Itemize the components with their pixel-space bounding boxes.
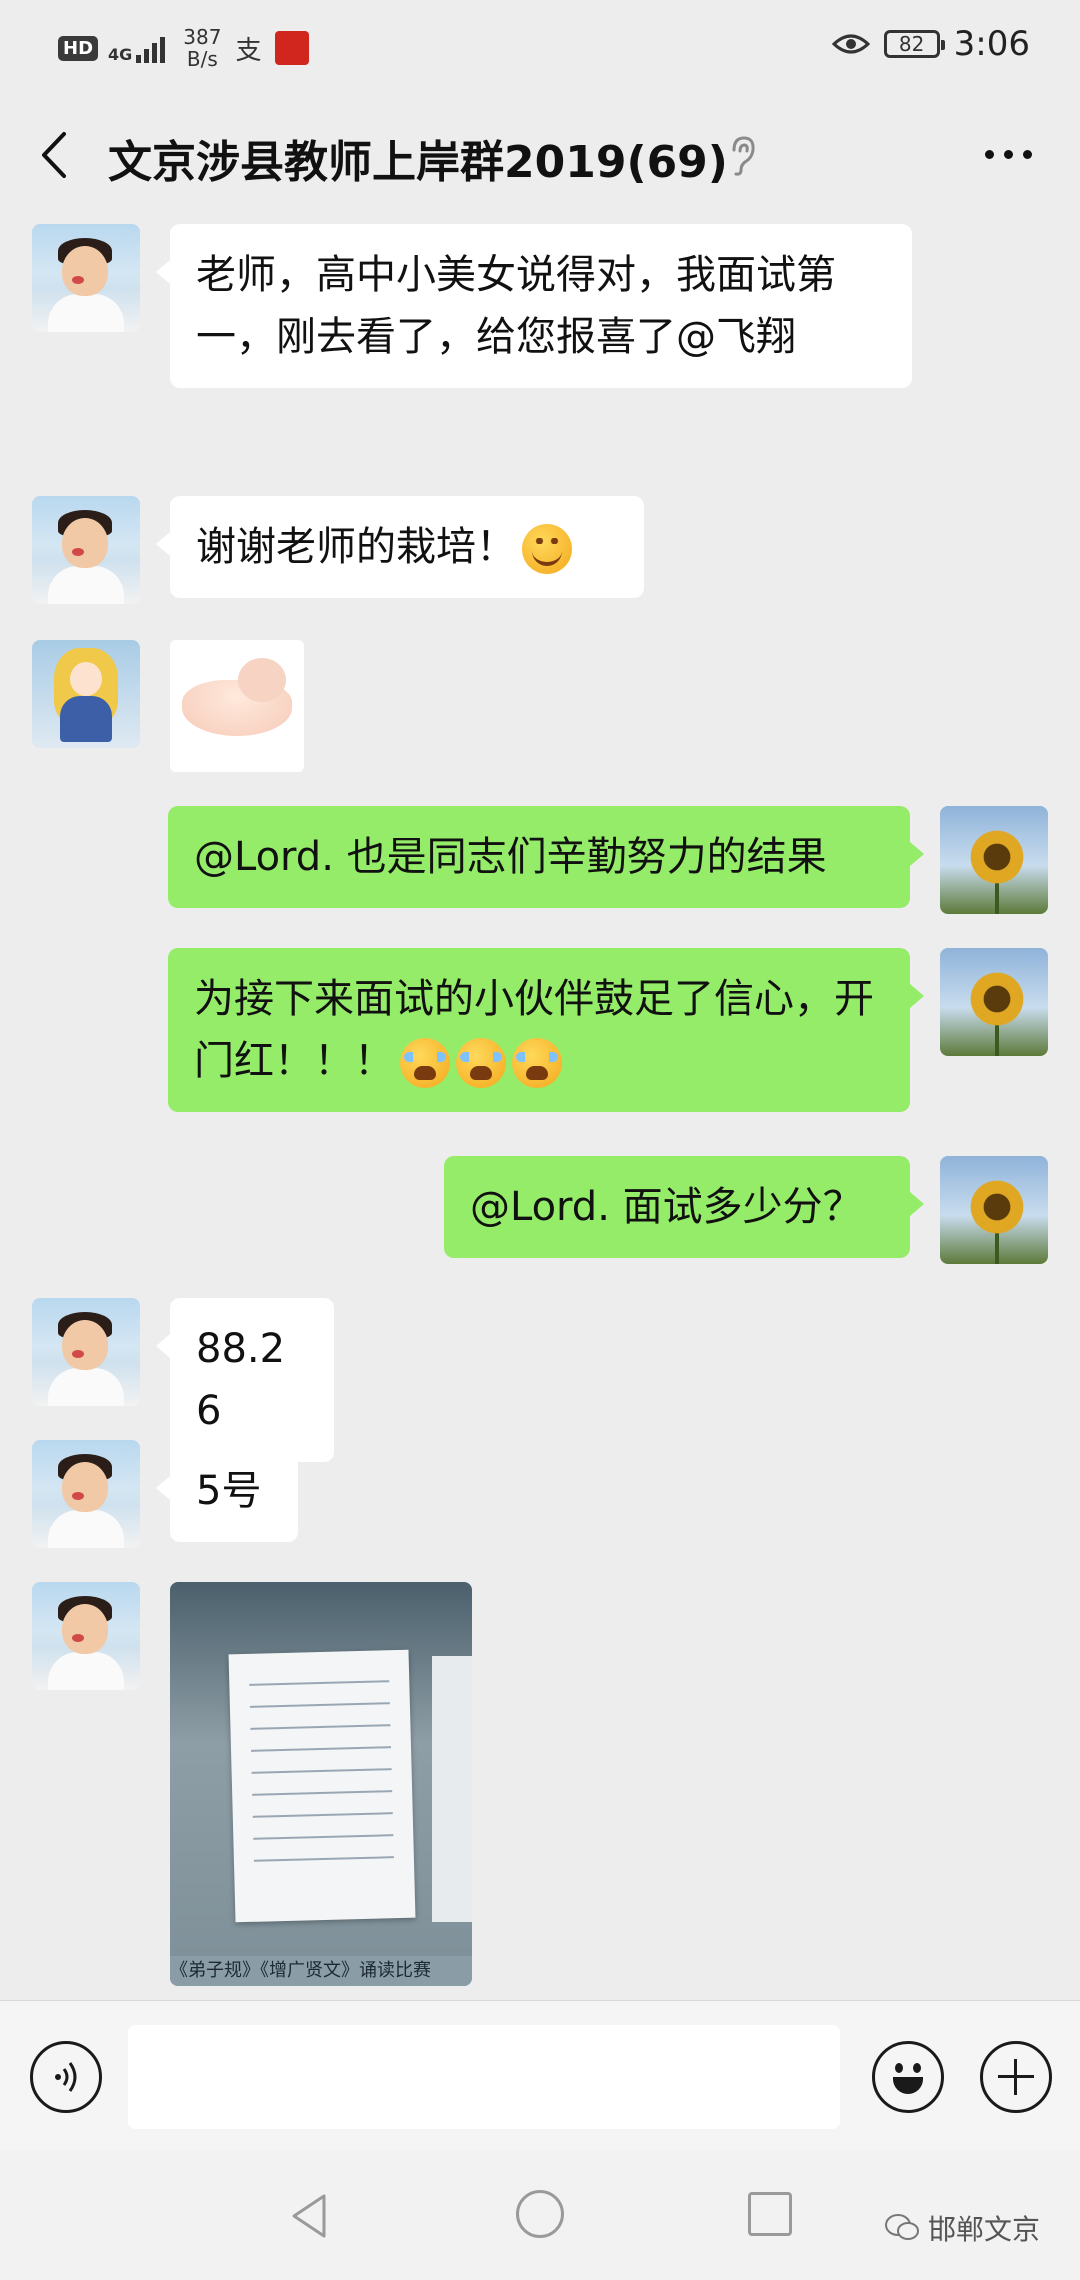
message-bubble[interactable]: 谢谢老师的栽培！ <box>156 496 644 598</box>
avatar[interactable] <box>32 1582 140 1690</box>
voice-icon <box>55 2062 77 2092</box>
watermark: 邯郸文京 <box>884 2208 1040 2248</box>
image-message[interactable]: 《弟子规》《增广贤文》诵读比赛 <box>170 1582 472 1986</box>
network-type: 4G <box>108 45 133 64</box>
avatar[interactable] <box>940 806 1048 914</box>
voice-input-button[interactable] <box>30 2041 102 2113</box>
wechat-logo-icon <box>884 2214 919 2240</box>
status-bar: HD 4G 387 B/s 支 82 3:06 <box>0 0 1080 92</box>
avatar[interactable] <box>32 1440 140 1548</box>
score-sheet-paper <box>228 1649 416 1923</box>
crying-laughing-emoji <box>400 1038 450 1088</box>
network-speed: 387 B/s <box>183 25 222 71</box>
chat-title: 文京涉县教师上岸群2019(69) <box>108 137 728 188</box>
avatar[interactable] <box>32 1298 140 1406</box>
news-app-icon <box>275 31 310 65</box>
avatar[interactable] <box>940 1156 1048 1264</box>
image-caption: 《弟子规》《增广贤文》诵读比赛 <box>170 1956 472 1986</box>
clock: 3:06 <box>953 24 1030 64</box>
cupped-hands-sticker[interactable] <box>170 640 304 772</box>
nav-back-icon[interactable] <box>290 2192 330 2240</box>
input-bar <box>0 2000 1080 2151</box>
crying-laughing-emoji <box>512 1038 562 1088</box>
message-bubble[interactable]: 老师，高中小美女说得对，我面试第一，刚去看了，给您报喜了@飞翔 <box>156 224 912 388</box>
crying-laughing-emoji <box>456 1038 506 1088</box>
more-options-icon[interactable] <box>985 150 1032 159</box>
message-bubble[interactable]: @Lord. 也是同志们辛勤努力的结果 <box>168 806 924 908</box>
alipay-icon: 支 <box>235 35 262 66</box>
hd-indicator: HD <box>58 35 99 61</box>
nav-home-icon[interactable] <box>516 2190 564 2238</box>
back-arrow-icon[interactable] <box>36 130 76 180</box>
chat-header: 文京涉县教师上岸群2019(69) <box>0 100 1080 210</box>
message-list[interactable]: 老师，高中小美女说得对，我面试第一，刚去看了，给您报喜了@飞翔 谢谢老师的栽培！… <box>0 210 1080 2000</box>
signal-icon: 4G <box>108 33 166 64</box>
more-functions-button[interactable] <box>980 2041 1052 2113</box>
earpiece-mode-icon <box>732 136 755 176</box>
message-input[interactable] <box>128 2025 840 2129</box>
message-bubble[interactable]: 为接下来面试的小伙伴鼓足了信心，开门红！！！ <box>168 948 924 1112</box>
battery-icon: 82 <box>883 30 945 58</box>
avatar[interactable] <box>940 948 1048 1056</box>
smiley-icon <box>875 2041 941 2113</box>
nav-recent-icon[interactable] <box>748 2192 792 2236</box>
message-bubble[interactable]: 5号 <box>156 1440 298 1542</box>
emoji-button[interactable] <box>872 2041 944 2113</box>
message-bubble[interactable]: 88.26 <box>156 1298 334 1462</box>
eye-comfort-icon <box>831 34 870 54</box>
avatar[interactable] <box>32 640 140 748</box>
avatar[interactable] <box>32 224 140 332</box>
smile-emoji <box>522 524 572 574</box>
system-nav-bar: 邯郸文京 <box>0 2150 1080 2280</box>
message-bubble[interactable]: @Lord. 面试多少分？ <box>444 1156 924 1258</box>
avatar[interactable] <box>32 496 140 604</box>
plus-icon <box>998 2059 1034 2095</box>
